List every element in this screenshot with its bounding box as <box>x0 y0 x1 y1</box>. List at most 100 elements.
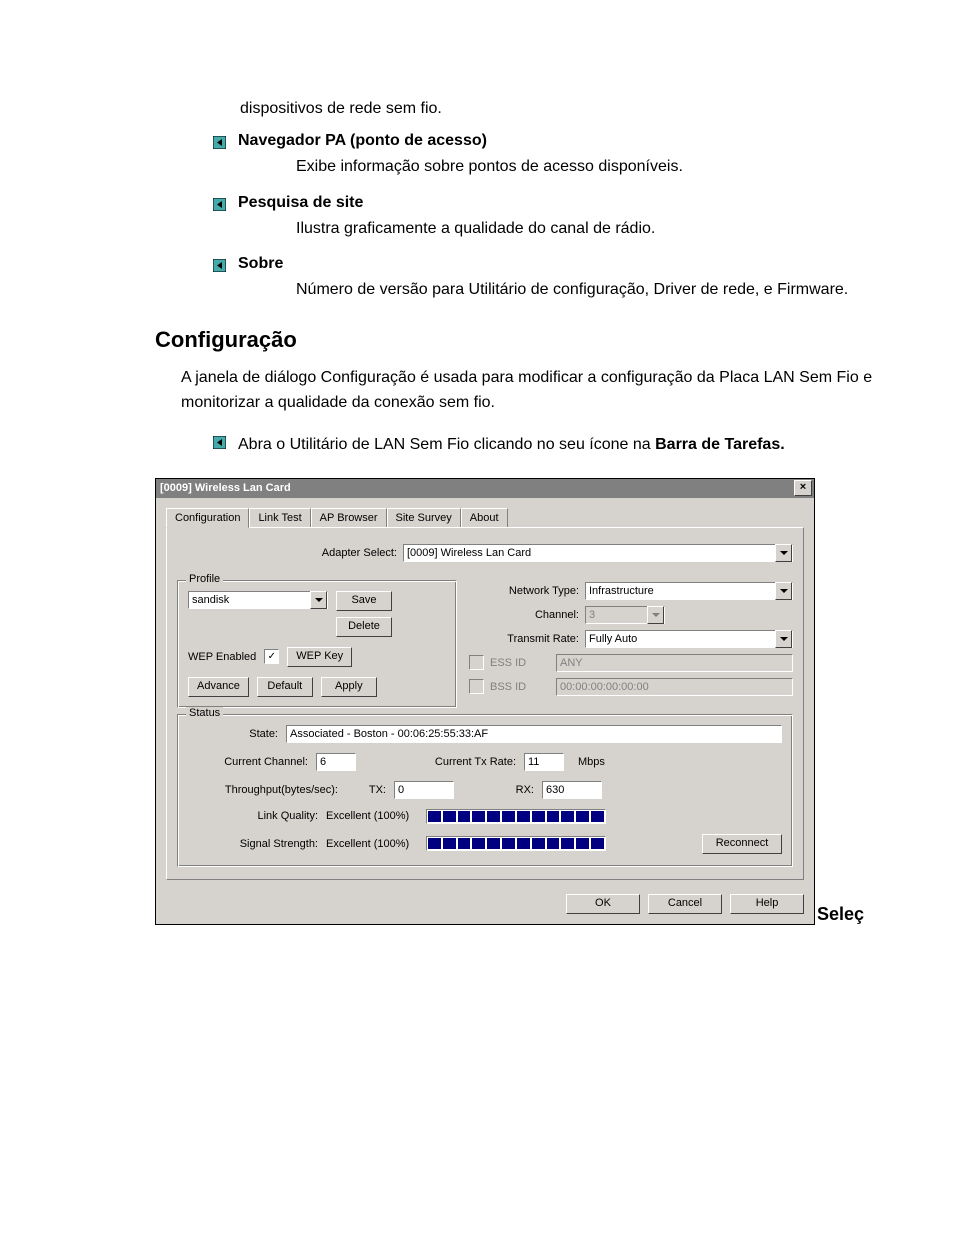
link-quality-label: Link Quality: <box>188 810 326 822</box>
chevron-down-icon <box>775 630 792 648</box>
step-prefix: Abra o Utilitário de LAN Sem Fio clicand… <box>238 436 655 453</box>
arrow-bullet-icon <box>213 198 226 211</box>
tab-ap-browser[interactable]: AP Browser <box>311 508 387 527</box>
intro-fragment: dispositivos de rede sem fio. <box>240 100 874 118</box>
essid-value: ANY <box>560 657 583 669</box>
current-channel-field: 6 <box>316 753 356 771</box>
document-page: dispositivos de rede sem fio. Navegador … <box>0 0 954 965</box>
apply-button[interactable]: Apply <box>321 677 377 697</box>
adapter-select-value: [0009] Wireless Lan Card <box>407 547 531 559</box>
current-channel-value: 6 <box>320 756 326 768</box>
bullet-title: Pesquisa de site <box>238 194 363 212</box>
wireless-config-dialog: [0009] Wireless Lan Card × Configuration… <box>155 478 815 925</box>
tab-about[interactable]: About <box>461 508 508 527</box>
profile-groupbox: Profile sandisk Save Delete <box>177 580 457 708</box>
chevron-down-icon <box>775 544 792 562</box>
dialog-footer: OK Cancel Help <box>156 886 814 924</box>
default-button[interactable]: Default <box>257 677 313 697</box>
adapter-select-label: Adapter Select: <box>177 547 403 559</box>
delete-button[interactable]: Delete <box>336 617 392 637</box>
profile-select[interactable]: sandisk <box>188 591 328 609</box>
current-channel-label: Current Channel: <box>188 756 316 768</box>
essid-checkbox <box>469 655 484 670</box>
network-type-value: Infrastructure <box>589 585 654 597</box>
advance-button[interactable]: Advance <box>188 677 249 697</box>
current-tx-rate-field: 11 <box>524 753 564 771</box>
tab-link-test[interactable]: Link Test <box>249 508 310 527</box>
current-tx-rate-value: 11 <box>528 756 539 768</box>
step-bold: Barra de Tarefas. <box>655 436 785 453</box>
bullet-title: Sobre <box>238 255 283 273</box>
close-button[interactable]: × <box>794 480 812 496</box>
chevron-down-icon <box>775 582 792 600</box>
rx-value: 630 <box>546 784 564 796</box>
signal-strength-meter <box>426 836 606 851</box>
state-label: State: <box>188 728 286 740</box>
rx-field: 630 <box>542 781 602 799</box>
link-quality-meter <box>426 809 606 824</box>
section-heading: Configuração <box>155 327 874 353</box>
titlebar: [0009] Wireless Lan Card × <box>156 479 814 498</box>
tx-label: TX: <box>346 784 394 796</box>
wep-enabled-label: WEP Enabled <box>188 651 256 663</box>
arrow-bullet-icon <box>213 259 226 272</box>
tab-configuration[interactable]: Configuration <box>166 508 249 528</box>
bssid-input: 00:00:00:00:00:00 <box>556 678 793 696</box>
state-field: Associated - Boston - 00:06:25:55:33:AF <box>286 725 782 743</box>
transmit-rate-value: Fully Auto <box>589 633 637 645</box>
essid-label: ESS ID <box>484 657 556 669</box>
tx-value: 0 <box>398 784 404 796</box>
signal-strength-label: Signal Strength: <box>188 838 326 850</box>
channel-label: Channel: <box>469 609 585 621</box>
tab-site-survey[interactable]: Site Survey <box>387 508 461 527</box>
tab-strip: Configuration Link Test AP Browser Site … <box>166 508 804 527</box>
tab-panel-configuration: Adapter Select: [0009] Wireless Lan Card… <box>166 527 804 880</box>
wep-key-button[interactable]: WEP Key <box>287 647 352 667</box>
profile-group-title: Profile <box>186 573 223 585</box>
bssid-value: 00:00:00:00:00:00 <box>560 681 649 693</box>
state-value: Associated - Boston - 00:06:25:55:33:AF <box>290 728 488 740</box>
tx-rate-unit: Mbps <box>564 756 605 768</box>
bullet-desc: Ilustra graficamente a qualidade do cana… <box>296 216 854 242</box>
bullet-title: Navegador PA (ponto de acesso) <box>238 132 487 150</box>
section-body: A janela de diálogo Configuração é usada… <box>181 365 874 416</box>
bullet-desc: Exibe informação sobre pontos de acesso … <box>296 154 854 180</box>
bssid-label: BSS ID <box>484 681 556 693</box>
network-type-label: Network Type: <box>469 585 585 597</box>
adapter-select[interactable]: [0009] Wireless Lan Card <box>403 544 793 562</box>
rx-label: RX: <box>454 784 542 796</box>
channel-value: 3 <box>589 609 595 621</box>
save-button[interactable]: Save <box>336 591 392 611</box>
help-button[interactable]: Help <box>730 894 804 914</box>
tx-field: 0 <box>394 781 454 799</box>
essid-input: ANY <box>556 654 793 672</box>
bullet-desc: Número de versão para Utilitário de conf… <box>296 277 854 303</box>
reconnect-button[interactable]: Reconnect <box>702 834 782 854</box>
channel-select: 3 <box>585 606 665 624</box>
wep-enabled-checkbox[interactable]: ✓ <box>264 649 279 664</box>
transmit-rate-select[interactable]: Fully Auto <box>585 630 793 648</box>
current-tx-rate-label: Current Tx Rate: <box>356 756 524 768</box>
throughput-label: Throughput(bytes/sec): <box>188 784 346 796</box>
window-title: [0009] Wireless Lan Card <box>160 482 291 494</box>
arrow-bullet-icon <box>213 136 226 149</box>
bullet-list: Navegador PA (ponto de acesso) Exibe inf… <box>213 132 874 303</box>
arrow-bullet-icon <box>213 436 226 449</box>
chevron-down-icon <box>647 606 664 624</box>
status-group-title: Status <box>186 707 223 719</box>
step-item: Abra o Utilitário de LAN Sem Fio clicand… <box>213 432 874 458</box>
bssid-checkbox <box>469 679 484 694</box>
bullet-item: Sobre Número de versão para Utilitário d… <box>213 255 874 303</box>
chevron-down-icon <box>310 591 327 609</box>
signal-strength-value: Excellent (100%) <box>326 838 426 850</box>
transmit-rate-label: Transmit Rate: <box>469 633 585 645</box>
network-type-select[interactable]: Infrastructure <box>585 582 793 600</box>
profile-value: sandisk <box>192 594 229 606</box>
cancel-button[interactable]: Cancel <box>648 894 722 914</box>
bullet-item: Navegador PA (ponto de acesso) Exibe inf… <box>213 132 874 180</box>
bullet-item: Pesquisa de site Ilustra graficamente a … <box>213 194 874 242</box>
trailing-fragment: Seleç <box>817 904 864 925</box>
ok-button[interactable]: OK <box>566 894 640 914</box>
link-quality-value: Excellent (100%) <box>326 810 426 822</box>
status-groupbox: Status State: Associated - Boston - 00:0… <box>177 714 793 867</box>
